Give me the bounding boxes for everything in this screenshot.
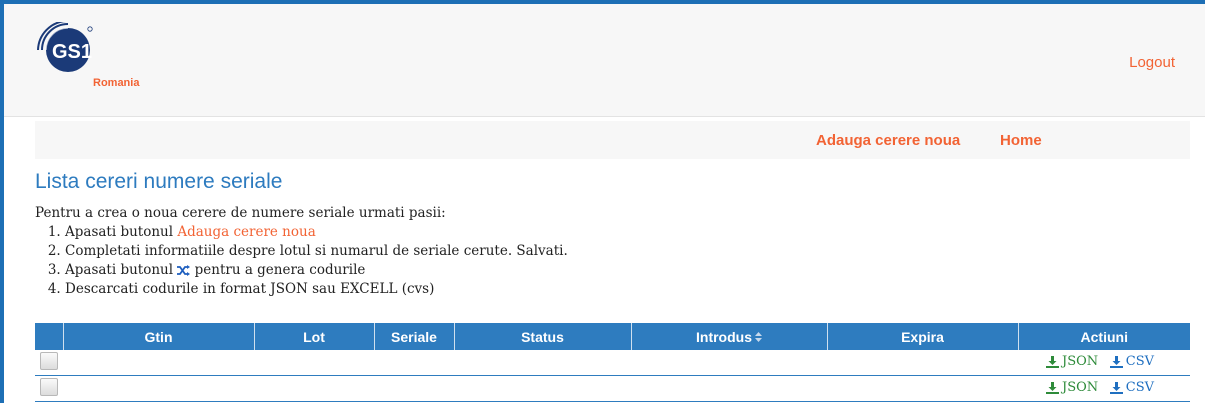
cell-status bbox=[454, 350, 631, 376]
svg-text:GS1: GS1 bbox=[52, 41, 92, 63]
col-introdus[interactable]: Introdus bbox=[631, 323, 828, 350]
page-title: Lista cereri numere seriale bbox=[35, 170, 283, 193]
shuffle-icon bbox=[177, 265, 191, 276]
download-icon bbox=[1045, 381, 1059, 394]
col-expira[interactable]: Expira bbox=[827, 323, 1019, 350]
cell-seriale bbox=[374, 375, 454, 402]
table-row: JSON CSV bbox=[35, 375, 1190, 402]
cell-actions: JSON CSV bbox=[1018, 350, 1190, 376]
table-header-row: Gtin Lot Seriale Status Introdus Expira … bbox=[35, 323, 1190, 350]
header: GS1 Romania Logout bbox=[4, 4, 1205, 117]
cell-seriale bbox=[374, 350, 454, 376]
sub-navigation: Adauga cerere noua Home bbox=[35, 121, 1190, 159]
download-json-button[interactable]: JSON bbox=[1045, 354, 1098, 369]
cell-introdus bbox=[631, 375, 827, 402]
sort-icon[interactable] bbox=[755, 331, 762, 342]
cell-introdus bbox=[631, 350, 827, 376]
download-json-button[interactable]: JSON bbox=[1045, 380, 1098, 395]
cell-lot bbox=[254, 375, 374, 402]
add-request-link[interactable]: Adauga cerere noua bbox=[816, 132, 960, 149]
col-status[interactable]: Status bbox=[454, 323, 632, 350]
download-icon bbox=[1045, 355, 1059, 368]
instructions-steps: Apasati butonul Adauga cerere noua Compl… bbox=[35, 223, 935, 299]
cell-gtin bbox=[63, 375, 254, 402]
requests-table: Gtin Lot Seriale Status Introdus Expira … bbox=[35, 323, 1190, 402]
svg-text:Romania: Romania bbox=[93, 77, 140, 89]
table-row: JSON CSV bbox=[35, 350, 1190, 376]
col-select bbox=[35, 323, 64, 350]
cell-status bbox=[454, 375, 631, 402]
row-checkbox[interactable] bbox=[40, 378, 58, 396]
step-3: Apasati butonul pentru a genera codurile bbox=[65, 261, 935, 280]
gs1-logo: GS1 Romania bbox=[37, 22, 140, 89]
download-icon bbox=[1109, 381, 1123, 394]
row-checkbox[interactable] bbox=[40, 352, 58, 370]
step-1: Apasati butonul Adauga cerere noua bbox=[65, 223, 935, 242]
instructions-intro: Pentru a crea o noua cerere de numere se… bbox=[35, 205, 446, 221]
step-4: Descarcati codurile in format JSON sau E… bbox=[65, 280, 935, 299]
download-csv-button[interactable]: CSV bbox=[1109, 380, 1154, 395]
col-actiuni: Actiuni bbox=[1018, 323, 1190, 350]
instructions: Pentru a crea o noua cerere de numere se… bbox=[35, 204, 935, 299]
col-lot[interactable]: Lot bbox=[254, 323, 375, 350]
logout-link[interactable]: Logout bbox=[1129, 54, 1175, 71]
download-csv-button[interactable]: CSV bbox=[1109, 354, 1154, 369]
download-icon bbox=[1109, 355, 1123, 368]
step-2: Completati informatiile despre lotul si … bbox=[65, 242, 935, 261]
cell-actions: JSON CSV bbox=[1018, 375, 1190, 402]
cell-expira bbox=[827, 375, 1018, 402]
home-link[interactable]: Home bbox=[1000, 132, 1042, 149]
col-seriale[interactable]: Seriale bbox=[374, 323, 455, 350]
cell-expira bbox=[827, 350, 1018, 376]
cell-lot bbox=[254, 350, 374, 376]
cell-gtin bbox=[63, 350, 254, 376]
step-1-add-link[interactable]: Adauga cerere noua bbox=[177, 224, 315, 240]
col-gtin[interactable]: Gtin bbox=[63, 323, 255, 350]
